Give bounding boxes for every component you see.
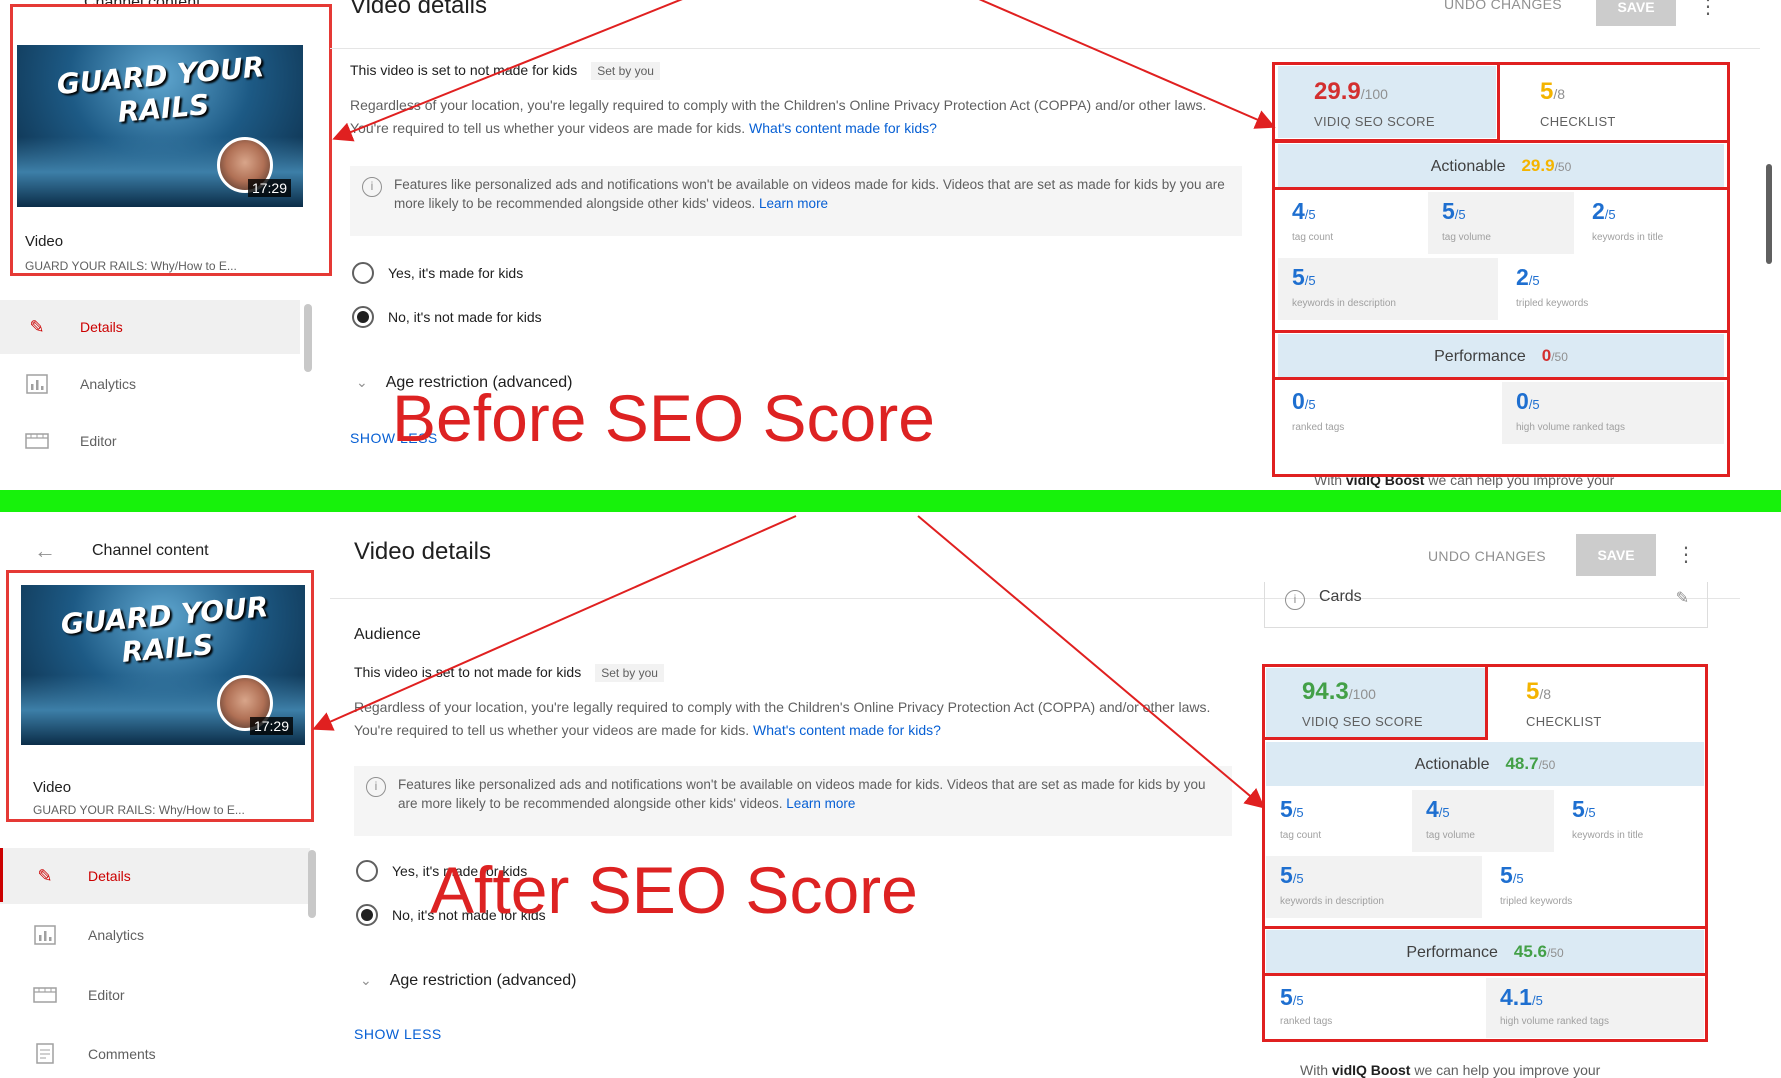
header-divider	[330, 48, 1760, 49]
kids-status-text: This video is set to not made for kids	[350, 62, 578, 78]
sidebar-item-label: Details	[80, 319, 123, 335]
sidebar-nav: ✎ Details Analytics Editor	[0, 300, 300, 468]
pencil-icon: ✎	[37, 865, 53, 886]
video-label: Video	[25, 233, 64, 250]
after-seo-score-caption: After SEO Score	[430, 853, 918, 927]
radio-label: No, it's not made for kids	[388, 309, 542, 325]
page-title: Video details	[354, 538, 491, 565]
audience-heading: Audience	[354, 626, 421, 643]
radio-button[interactable]	[356, 860, 378, 882]
pencil-icon[interactable]: ✎	[1676, 588, 1689, 608]
video-subtitle[interactable]: GUARD YOUR RAILS: Why/How to E...	[33, 803, 245, 817]
show-less-link[interactable]: SHOW LESS	[354, 1026, 442, 1042]
radio-label: Yes, it's made for kids	[388, 265, 524, 281]
sidebar-item-editor[interactable]: Editor	[0, 966, 310, 1024]
back-arrow-icon[interactable]: ←	[34, 538, 56, 564]
page-scrollbar[interactable]	[1766, 164, 1772, 264]
sidebar-item-label: Analytics	[80, 376, 137, 392]
more-options-icon[interactable]: ⋮	[1698, 0, 1718, 19]
video-duration: 17:29	[247, 179, 291, 197]
comment-icon	[32, 1043, 58, 1065]
seo-score-highlight	[1262, 664, 1488, 740]
bar-chart-icon	[24, 373, 50, 395]
set-by-you-chip: Set by you	[591, 62, 660, 80]
sidebar-item-label: Analytics	[88, 927, 145, 943]
sidebar-item-label: Editor	[88, 987, 125, 1003]
thumbnail-title-text: GUARD YOUR RAILS	[55, 50, 266, 129]
undo-changes-button[interactable]: UNDO CHANGES	[1428, 548, 1546, 564]
sidebar-nav: ✎ Details Analytics Editor Comments	[0, 848, 310, 1078]
video-thumbnail[interactable]: GUARD YOUR RAILS 17:29	[17, 45, 303, 207]
sidebar-item-details[interactable]: ✎ Details	[0, 848, 310, 904]
learn-more-link[interactable]: Learn more	[759, 196, 828, 211]
set-by-you-chip: Set by you	[595, 664, 664, 682]
coppa-text: Regardless of your location, you're lega…	[350, 94, 1230, 140]
video-subtitle[interactable]: GUARD YOUR RAILS: Why/How to E...	[25, 259, 237, 273]
learn-more-link[interactable]: Learn more	[786, 796, 855, 811]
kids-status-line: This video is set to not made for kids Se…	[350, 62, 660, 80]
kids-status-line: This video is set to not made for kids Se…	[354, 664, 664, 682]
info-box: i Features like personalized ads and not…	[350, 166, 1242, 236]
thumbnail-title-text: GUARD YOUR RAILS	[59, 590, 270, 669]
boost-suffix: we can help you improve your	[1410, 1062, 1601, 1078]
video-thumbnail[interactable]: GUARD YOUR RAILS 17:29	[21, 585, 305, 745]
sidebar-item-details[interactable]: ✎ Details	[0, 300, 300, 354]
video-label: Video	[33, 779, 72, 796]
green-divider	[0, 490, 1781, 512]
sidebar-item-label: Comments	[88, 1046, 156, 1062]
active-indicator	[0, 848, 3, 902]
sidebar-item-label: Details	[88, 868, 131, 884]
seo-score-highlight	[1272, 62, 1500, 142]
after-screenshot: ← Channel content GUARD YOUR RAILS 17:29…	[0, 512, 1781, 1078]
radio-button-checked[interactable]	[356, 904, 378, 926]
pencil-icon: ✎	[29, 316, 45, 337]
made-for-kids-link[interactable]: What's content made for kids?	[749, 120, 937, 136]
page-title: Video details	[350, 0, 487, 19]
chevron-down-icon: ⌄	[356, 374, 368, 390]
coppa-text: Regardless of your location, you're lega…	[354, 696, 1226, 742]
info-icon: i	[366, 777, 386, 797]
video-thumbnail-card[interactable]: GUARD YOUR RAILS 17:29 Video GUARD YOUR …	[6, 570, 314, 822]
radio-not-made-for-kids[interactable]: No, it's not made for kids	[352, 306, 542, 328]
sidebar-scrollbar[interactable]	[304, 304, 312, 372]
info-box: i Features like personalized ads and not…	[354, 766, 1232, 836]
chevron-down-icon: ⌄	[360, 972, 372, 988]
kids-status-text: This video is set to not made for kids	[354, 664, 582, 680]
sidebar-item-analytics[interactable]: Analytics	[0, 904, 310, 966]
radio-button[interactable]	[352, 262, 374, 284]
channel-content-link[interactable]: Channel content	[92, 542, 209, 560]
boost-brand[interactable]: vidIQ Boost	[1332, 1062, 1411, 1078]
arrow-to-seo-score	[917, 515, 1266, 809]
more-options-icon[interactable]: ⋮	[1676, 542, 1696, 567]
sidebar-item-comments[interactable]: Comments	[0, 1024, 310, 1078]
sidebar-item-analytics[interactable]: Analytics	[0, 354, 300, 414]
age-restriction-label: Age restriction (advanced)	[389, 972, 577, 989]
performance-highlight	[1272, 330, 1730, 380]
video-thumbnail-card[interactable]: GUARD YOUR RAILS 17:29 Video GUARD YOUR …	[10, 4, 332, 276]
save-button[interactable]: SAVE	[1596, 0, 1676, 26]
cards-label: Cards	[1319, 588, 1362, 605]
radio-made-for-kids[interactable]: Yes, it's made for kids	[352, 262, 523, 284]
cards-section[interactable]: i Cards ✎	[1264, 582, 1708, 628]
bar-chart-icon	[32, 924, 58, 946]
sidebar-scrollbar[interactable]	[308, 850, 316, 918]
age-restriction-toggle[interactable]: ⌄ Age restriction (advanced)	[360, 972, 577, 990]
video-duration: 17:29	[249, 717, 293, 735]
made-for-kids-link[interactable]: What's content made for kids?	[753, 722, 941, 738]
sidebar-item-label: Editor	[80, 433, 117, 449]
boost-prefix: With	[1300, 1062, 1332, 1078]
info-icon: i	[1285, 590, 1305, 610]
save-button[interactable]: SAVE	[1576, 534, 1656, 576]
info-icon: i	[362, 177, 382, 197]
sidebar-item-editor[interactable]: Editor	[0, 414, 300, 468]
film-icon	[32, 984, 58, 1006]
before-seo-score-caption: Before SEO Score	[392, 381, 935, 455]
vidiq-boost-text: With vidIQ Boost we can help you improve…	[1300, 1062, 1600, 1078]
undo-changes-button[interactable]: UNDO CHANGES	[1444, 0, 1562, 12]
before-screenshot: ← Channel content GUARD YOUR RAILS 17:29…	[0, 0, 1781, 490]
film-icon	[24, 430, 50, 452]
actionable-highlight	[1272, 140, 1730, 190]
radio-button-checked[interactable]	[352, 306, 374, 328]
performance-highlight	[1262, 926, 1708, 976]
